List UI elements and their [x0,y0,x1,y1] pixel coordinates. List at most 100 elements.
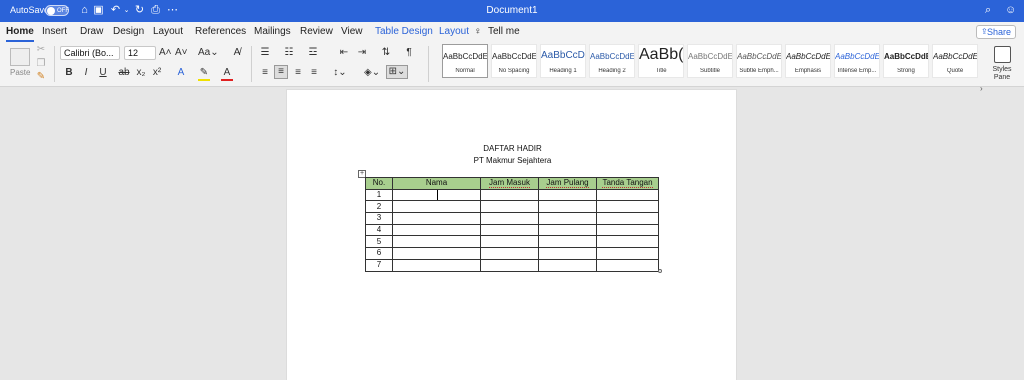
increase-indent-icon[interactable]: ⇥ [356,47,368,59]
table-resize-handle[interactable] [658,269,662,273]
table-cell[interactable] [596,212,659,225]
strikethrough-icon[interactable]: ab [118,67,130,79]
table-cell[interactable] [480,247,539,260]
font-color-icon[interactable]: A [221,67,233,81]
align-center-icon[interactable]: ≡ [274,65,288,79]
cut-icon[interactable]: ✂ [36,44,46,56]
header-cell[interactable]: Tanda Tangan [596,177,659,190]
borders-icon[interactable]: ⊞⌄ [386,65,408,79]
header-cell[interactable]: Nama [392,177,481,190]
table-cell[interactable] [480,235,539,249]
table-cell[interactable] [392,223,481,237]
paste-icon[interactable] [10,48,30,66]
table-cell[interactable] [392,212,481,225]
table-cell[interactable] [596,223,659,237]
grow-font-icon[interactable]: A˄ [159,47,172,59]
style-heading-2[interactable]: AaBbCcDdEe Heading 2 [589,44,635,78]
table-cell[interactable]: 4 [365,223,393,237]
decrease-indent-icon[interactable]: ⇤ [338,47,350,59]
font-size-select[interactable]: 12 [124,46,156,60]
style-title[interactable]: AaBb( Title [638,44,684,78]
paste-button[interactable]: Paste [10,68,30,77]
table-cell[interactable] [392,200,481,214]
line-spacing-icon[interactable]: ↕⌄ [332,67,348,79]
tab-references[interactable]: References [195,26,246,37]
style-normal[interactable]: AaBbCcDdEe Normal [442,44,488,78]
bullets-icon[interactable]: ☰ [258,47,272,59]
tab-layout[interactable]: Layout [153,26,183,37]
account-icon[interactable]: ☺ [1005,4,1016,16]
table-cell[interactable] [538,223,597,237]
table-cell[interactable] [538,247,597,260]
superscript-icon[interactable]: x² [152,67,162,79]
numbering-icon[interactable]: ☷ [282,47,296,59]
clear-formatting-icon[interactable]: A̸ [231,47,243,59]
search-icon[interactable]: ⌕ [985,4,991,17]
header-cell[interactable]: Jam Masuk [480,177,539,190]
table-cell[interactable]: 5 [365,235,393,249]
table-cell[interactable] [596,235,659,249]
table-cell[interactable]: 1 [365,188,393,202]
table-cell[interactable] [538,200,597,214]
format-painter-icon[interactable]: ✎ [36,71,46,83]
underline-icon[interactable]: U [96,67,110,79]
sort-icon[interactable]: ⇅ [380,47,392,59]
table-cell[interactable] [538,212,597,225]
align-left-icon[interactable]: ≡ [259,67,271,79]
table-cell[interactable] [596,188,659,202]
multilevel-list-icon[interactable]: ☲ [306,47,320,59]
justify-icon[interactable]: ≡ [308,67,320,79]
share-button[interactable]: Share [976,25,1016,39]
tab-insert[interactable]: Insert [42,26,67,37]
text-effects-icon[interactable]: A [175,67,187,79]
tab-view[interactable]: View [341,26,363,37]
font-name-select[interactable]: Calibri (Bo... [60,46,120,60]
style-subtle-emphasis[interactable]: AaBbCcDdEe Subtle Emph... [736,44,782,78]
table-cell[interactable] [480,200,539,214]
header-cell[interactable]: Jam Pulang [538,177,597,190]
tab-design[interactable]: Design [113,26,144,37]
tell-me-search[interactable]: Tell me [488,26,520,37]
bold-icon[interactable]: B [64,67,74,79]
subscript-icon[interactable]: x₂ [136,67,146,79]
document-page[interactable]: DAFTAR HADIR PT Makmur Sejahtera + No. N… [286,89,737,380]
style-subtitle[interactable]: AaBbCcDdEe Subtitle [687,44,733,78]
table-cell[interactable] [392,247,481,260]
table-cell[interactable] [538,235,597,249]
table-cell[interactable] [480,212,539,225]
table-cell[interactable] [596,258,659,272]
change-case-icon[interactable]: Aa⌄ [198,47,219,59]
tab-table-layout[interactable]: Layout [439,26,469,37]
shading-icon[interactable]: ◈⌄ [364,67,380,79]
styles-pane-button[interactable]: Styles Pane [986,44,1018,84]
shrink-font-icon[interactable]: A˅ [175,47,188,59]
table-cell[interactable]: 6 [365,247,393,260]
highlight-icon[interactable]: ✎ [198,67,210,81]
style-no-spacing[interactable]: AaBbCcDdEe No Spacing [491,44,537,78]
table-cell[interactable]: 2 [365,200,393,214]
tab-review[interactable]: Review [300,26,333,37]
copy-icon[interactable]: ❐ [36,58,46,70]
style-intense-emphasis[interactable]: AaBbCcDdEe Intense Emp... [834,44,880,78]
style-strong[interactable]: AaBbCcDdEe Strong [883,44,929,78]
table-cell[interactable] [392,235,481,249]
table-cell[interactable] [538,188,597,202]
tab-draw[interactable]: Draw [80,26,103,37]
header-cell[interactable]: No. [365,177,393,190]
style-heading-1[interactable]: AaBbCcDc Heading 1 [540,44,586,78]
style-emphasis[interactable]: AaBbCcDdEe Emphasis [785,44,831,78]
table-cell[interactable] [480,223,539,237]
chevron-right-icon[interactable]: › [980,84,983,93]
tab-mailings[interactable]: Mailings [254,26,291,37]
table-cell[interactable] [392,258,481,272]
align-right-icon[interactable]: ≡ [292,67,304,79]
table-cell[interactable]: 7 [365,258,393,272]
tab-table-design[interactable]: Table Design [375,26,433,37]
tab-home[interactable]: Home [6,26,34,42]
table-cell[interactable] [480,258,539,272]
table-cell[interactable] [596,247,659,260]
table-cell[interactable] [480,188,539,202]
style-quote[interactable]: AaBbCcDdEe Quote [932,44,978,78]
attendance-table[interactable]: No. Nama Jam Masuk Jam Pulang Tanda Tang… [365,177,659,272]
table-cell[interactable] [538,258,597,272]
